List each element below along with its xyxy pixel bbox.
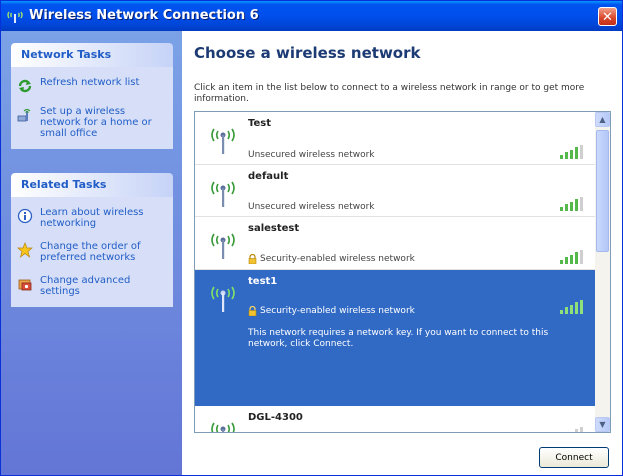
window-title: Wireless Network Connection 6 xyxy=(29,8,259,23)
chevron-down-icon: ▼ xyxy=(599,420,606,429)
network-tasks-header[interactable]: Network Tasks xyxy=(11,43,173,67)
change-advanced-settings-link[interactable]: Change advanced settings xyxy=(17,275,167,297)
lock-icon xyxy=(248,306,257,316)
signal-strength-icon xyxy=(560,300,583,314)
related-tasks-body: Learn about wireless networking Change t… xyxy=(11,197,173,307)
network-tasks-panel: Network Tasks Refresh network list Set u… xyxy=(11,43,173,149)
close-icon: ✕ xyxy=(602,10,613,25)
wireless-antenna-icon xyxy=(211,181,235,207)
related-tasks-panel: Related Tasks Learn about wireless netwo… xyxy=(11,173,173,307)
network-name: test1 xyxy=(248,276,278,287)
network-security-status: Unsecured wireless network xyxy=(248,150,375,160)
scroll-thumb[interactable] xyxy=(596,130,609,252)
change-advanced-settings-label: Change advanced settings xyxy=(40,275,131,297)
task-sidebar: Network Tasks Refresh network list Set u… xyxy=(1,31,182,475)
network-status-text: Security-enabled wireless network xyxy=(260,306,415,316)
network-tasks-body: Refresh network list Set up a wireless n… xyxy=(11,67,173,149)
wireless-antenna-icon xyxy=(211,422,235,432)
signal-strength-icon xyxy=(560,145,583,159)
network-security-status: Security-enabled wireless network xyxy=(248,306,415,316)
learn-wireless-link[interactable]: Learn about wireless networking xyxy=(17,207,167,229)
signal-strength-icon xyxy=(560,197,583,211)
network-security-status: Unsecured wireless network xyxy=(248,202,375,212)
wireless-title-icon xyxy=(7,11,23,23)
signal-strength-icon xyxy=(560,250,583,264)
network-status-text: Security-enabled wireless network xyxy=(260,254,415,264)
setup-network-icon xyxy=(17,108,31,122)
network-security-status: Security-enabled wireless network xyxy=(248,254,415,264)
info-icon xyxy=(17,208,33,224)
close-button[interactable]: ✕ xyxy=(598,7,617,26)
refresh-network-list-label: Refresh network list xyxy=(40,77,140,88)
scroll-down-button[interactable]: ▼ xyxy=(595,417,610,432)
network-item-salestest[interactable]: salestest Security-enabled wireless netw… xyxy=(195,217,595,270)
learn-wireless-label: Learn about wireless networking xyxy=(40,207,144,229)
chevron-up-icon: ▲ xyxy=(599,115,606,124)
network-item-dgl-4300[interactable]: DGL-4300 xyxy=(195,406,595,432)
change-network-order-label: Change the order of preferred networks xyxy=(40,241,141,263)
wireless-antenna-icon xyxy=(211,286,235,312)
network-name: Test xyxy=(248,118,272,129)
network-status-text: Unsecured wireless network xyxy=(248,150,375,160)
network-status-text: Unsecured wireless network xyxy=(248,202,375,212)
network-list: Test Unsecured wireless network default … xyxy=(194,111,611,433)
network-list-scrollbar[interactable]: ▲ ▼ xyxy=(595,112,610,432)
wireless-antenna-icon xyxy=(211,128,235,154)
change-network-order-link[interactable]: Change the order of preferred networks xyxy=(17,241,167,263)
main-content: Choose a wireless network Click an item … xyxy=(182,31,622,475)
network-item-test1[interactable]: test1 Security-enabled wireless network … xyxy=(195,270,595,406)
network-item-default[interactable]: default Unsecured wireless network xyxy=(195,165,595,217)
network-description: This network requires a network key. If … xyxy=(248,328,549,349)
star-icon xyxy=(17,242,33,258)
title-bar[interactable]: Wireless Network Connection 6 ✕ xyxy=(1,1,622,31)
network-name: DGL-4300 xyxy=(248,412,303,423)
setup-wireless-network-link[interactable]: Set up a wireless network for a home or … xyxy=(17,106,167,139)
setup-wireless-network-label: Set up a wireless network for a home or … xyxy=(40,106,152,139)
settings-icon xyxy=(18,279,32,291)
related-tasks-header[interactable]: Related Tasks xyxy=(11,173,173,197)
page-title: Choose a wireless network xyxy=(194,44,421,62)
wireless-antenna-icon xyxy=(211,233,235,259)
lock-icon xyxy=(248,254,257,264)
refresh-icon xyxy=(18,79,32,93)
network-name: salestest xyxy=(248,223,300,234)
refresh-network-list-link[interactable]: Refresh network list xyxy=(17,77,167,94)
network-name: default xyxy=(248,171,289,182)
network-item-test[interactable]: Test Unsecured wireless network xyxy=(195,112,595,165)
signal-strength-icon xyxy=(575,427,583,432)
connect-button[interactable]: Connect xyxy=(539,447,609,468)
wireless-network-window: Wireless Network Connection 6 ✕ Network … xyxy=(0,0,623,476)
scroll-up-button[interactable]: ▲ xyxy=(595,112,610,127)
instructions-text: Click an item in the list below to conne… xyxy=(194,83,585,104)
